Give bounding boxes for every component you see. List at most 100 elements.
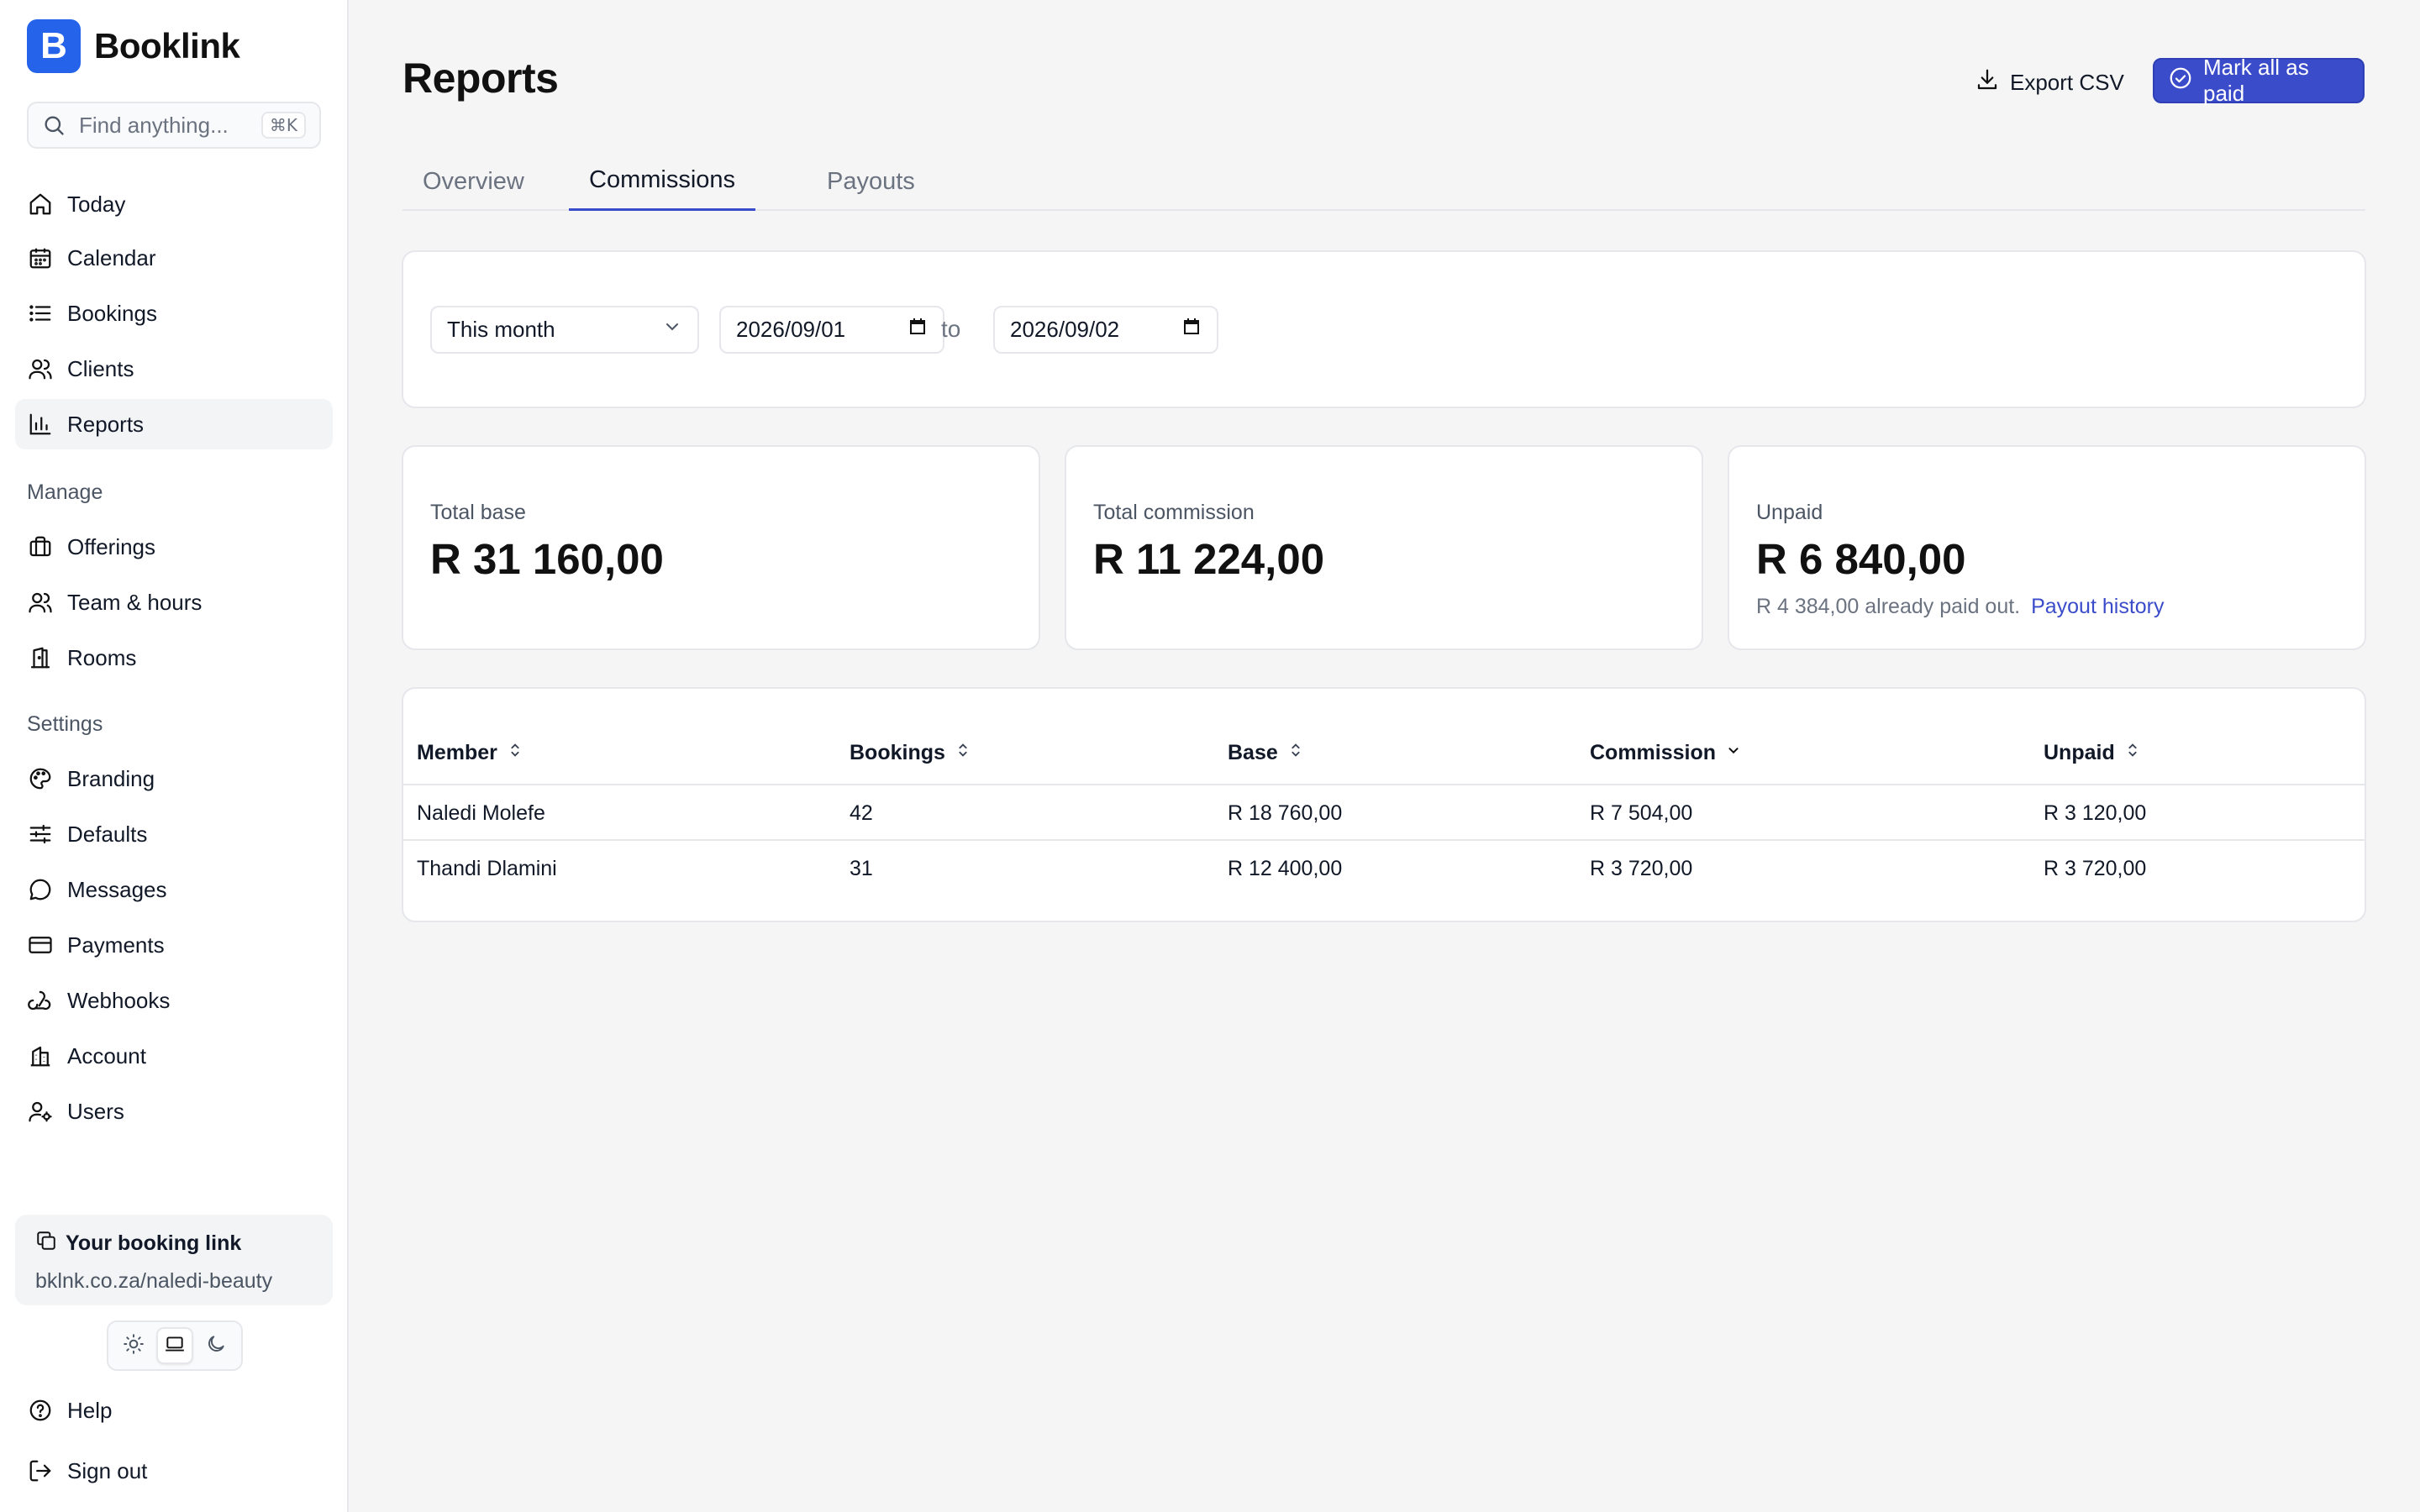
- cell-base: R 12 400,00: [1228, 856, 1343, 880]
- booking-link-card[interactable]: Your booking link bklnk.co.za/naledi-bea…: [15, 1215, 333, 1305]
- stat-value: R 6 840,00: [1756, 535, 1966, 583]
- theme-light-button[interactable]: [115, 1327, 152, 1364]
- search-input[interactable]: [79, 112, 261, 139]
- cell-unpaid: R 3 120,00: [2044, 801, 2147, 825]
- sidebar-item-clients[interactable]: Clients: [15, 344, 333, 394]
- sliders-icon: [27, 821, 54, 848]
- sidebar-item-help[interactable]: Help: [15, 1385, 333, 1436]
- sidebar-item-label: Help: [67, 1397, 113, 1423]
- mark-all-paid-button[interactable]: Mark all as paid: [2153, 55, 2365, 106]
- period-select-value: This month: [447, 317, 555, 342]
- webhook-icon: [27, 987, 54, 1014]
- table-row[interactable]: Thandi Dlamini 31 R 12 400,00 R 3 720,00…: [403, 839, 2365, 895]
- column-header-bookings[interactable]: Bookings: [850, 736, 972, 769]
- search-box[interactable]: ⌘K: [27, 102, 321, 149]
- sidebar-item-label: Users: [67, 1098, 124, 1124]
- main-content: Reports Export CSV Mark all as paid Over…: [349, 0, 2420, 1512]
- unpaid-note-text: R 4 384,00 already paid out.: [1756, 595, 2021, 618]
- calendar-icon[interactable]: [1181, 317, 1202, 343]
- period-select[interactable]: This month: [430, 306, 699, 354]
- copy-icon[interactable]: [35, 1230, 57, 1257]
- sign-out-icon: [27, 1457, 54, 1484]
- sidebar-item-label: Clients: [67, 355, 134, 381]
- tab-overview[interactable]: Overview: [402, 152, 544, 211]
- brand[interactable]: B Booklink: [27, 19, 240, 73]
- calendar-icon[interactable]: [908, 317, 928, 343]
- sidebar-item-defaults[interactable]: Defaults: [15, 809, 333, 859]
- sidebar-item-reports[interactable]: Reports: [15, 399, 333, 449]
- palette-icon: [27, 765, 54, 792]
- sidebar-item-label: Messages: [67, 876, 167, 902]
- moon-icon: [205, 1333, 227, 1359]
- sidebar-item-team-hours[interactable]: Team & hours: [15, 577, 333, 627]
- theme-dark-button[interactable]: [197, 1327, 234, 1364]
- sidebar-item-label: Sign out: [67, 1457, 148, 1483]
- chevron-down-icon: [662, 317, 682, 343]
- date-from-field[interactable]: 2026/09/01: [719, 306, 944, 354]
- sidebar-item-calendar[interactable]: Calendar: [15, 233, 333, 283]
- sidebar-item-rooms[interactable]: Rooms: [15, 633, 333, 683]
- export-csv-button[interactable]: Export CSV: [1960, 60, 2139, 105]
- total-commission-card: Total commission R 11 224,00: [1065, 445, 1703, 650]
- sidebar-item-label: Account: [67, 1042, 146, 1068]
- column-header-label: Base: [1228, 740, 1278, 764]
- filter-card: This month 2026/09/01 to 2026/09/02: [402, 250, 2366, 408]
- sidebar-item-label: Webhooks: [67, 987, 171, 1013]
- help-icon: [27, 1397, 54, 1424]
- sidebar-item-label: Reports: [67, 411, 145, 437]
- column-header-label: Bookings: [850, 740, 945, 764]
- sort-icon: [1286, 741, 1305, 765]
- date-from-value: 2026/09/01: [736, 317, 846, 342]
- cell-bookings: 31: [850, 856, 873, 880]
- sidebar-item-account[interactable]: Account: [15, 1031, 333, 1081]
- sidebar-item-label: Offerings: [67, 533, 156, 559]
- sidebar-item-today[interactable]: Today: [15, 179, 333, 229]
- column-header-base[interactable]: Base: [1228, 736, 1305, 769]
- check-circle-icon: [2168, 66, 2193, 97]
- section-title-manage: Manage: [27, 480, 103, 504]
- stat-value: R 11 224,00: [1093, 535, 1325, 583]
- column-header-unpaid[interactable]: Unpaid: [2044, 736, 2142, 769]
- cell-member: Naledi Molefe: [417, 801, 545, 825]
- message-icon: [27, 876, 54, 903]
- payout-history-link[interactable]: Payout history: [2031, 595, 2164, 618]
- booking-link-url[interactable]: bklnk.co.za/naledi-beauty: [35, 1269, 313, 1294]
- tab-commissions[interactable]: Commissions: [569, 152, 756, 211]
- sidebar-item-branding[interactable]: Branding: [15, 753, 333, 804]
- column-header-commission[interactable]: Commission: [1590, 736, 1743, 769]
- date-range-separator: to: [941, 316, 961, 342]
- home-icon: [27, 191, 54, 218]
- user-cog-icon: [27, 1098, 54, 1125]
- date-to-value: 2026/09/02: [1010, 317, 1120, 342]
- sidebar-item-users[interactable]: Users: [15, 1086, 333, 1137]
- cell-unpaid: R 3 720,00: [2044, 856, 2147, 880]
- sidebar-item-bookings[interactable]: Bookings: [15, 288, 333, 339]
- cell-commission: R 7 504,00: [1590, 801, 1693, 825]
- cell-bookings: 42: [850, 801, 873, 825]
- brand-logo: B: [27, 19, 81, 73]
- sidebar-item-offerings[interactable]: Offerings: [15, 522, 333, 572]
- stat-value: R 31 160,00: [430, 535, 664, 583]
- calendar-icon: [27, 244, 54, 271]
- sidebar-item-sign-out[interactable]: Sign out: [15, 1446, 333, 1496]
- stat-label: Total base: [430, 501, 526, 524]
- tab-payouts[interactable]: Payouts: [807, 152, 935, 211]
- sort-icon: [2123, 741, 2142, 765]
- building-icon: [27, 1042, 54, 1069]
- booking-link-label: Your booking link: [66, 1231, 242, 1255]
- page-title: Reports: [402, 55, 559, 102]
- theme-system-button[interactable]: [155, 1327, 193, 1364]
- cell-base: R 18 760,00: [1228, 801, 1343, 825]
- team-icon: [27, 589, 54, 616]
- sidebar-item-webhooks[interactable]: Webhooks: [15, 975, 333, 1026]
- date-to-field[interactable]: 2026/09/02: [993, 306, 1218, 354]
- brand-name: Booklink: [94, 26, 240, 66]
- column-header-member[interactable]: Member: [417, 736, 524, 769]
- table-row[interactable]: Naledi Molefe 42 R 18 760,00 R 7 504,00 …: [403, 784, 2365, 839]
- download-icon: [1975, 67, 2000, 98]
- sidebar-item-payments[interactable]: Payments: [15, 920, 333, 970]
- bar-chart-icon: [27, 411, 54, 438]
- column-header-label: Unpaid: [2044, 740, 2115, 764]
- column-header-label: Member: [417, 740, 497, 764]
- sidebar-item-messages[interactable]: Messages: [15, 864, 333, 915]
